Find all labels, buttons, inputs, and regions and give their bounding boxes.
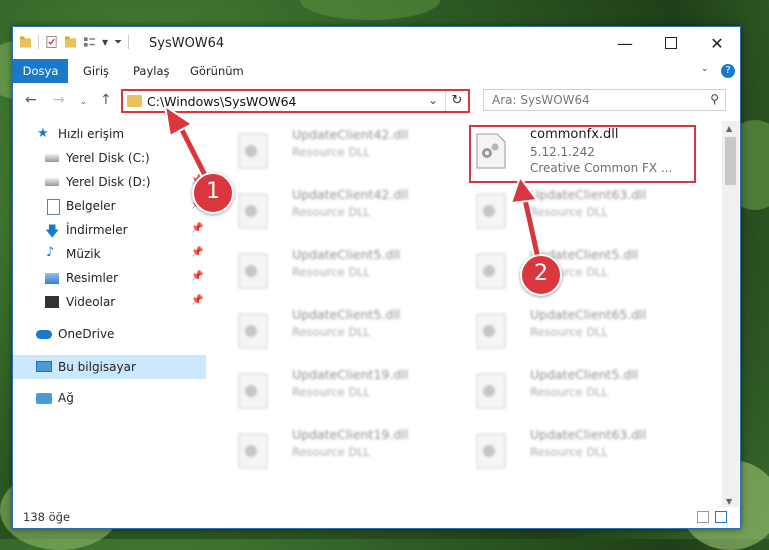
search-placeholder: Ara: SysWOW64 bbox=[492, 93, 590, 107]
music-icon: ♪ bbox=[46, 245, 55, 260]
explorer-window: ▼ ⏷ SysWOW64 — ✕ Dosya Giriş Paylaş Görü… bbox=[12, 26, 741, 529]
scroll-up-icon[interactable]: ▲ bbox=[726, 124, 732, 133]
file-item[interactable]: UpdateClient63.dll Resource DLL bbox=[468, 185, 688, 237]
chevron-down-icon[interactable]: ⌄ bbox=[428, 93, 438, 107]
help-icon[interactable]: ? bbox=[721, 64, 735, 78]
folder-icon[interactable] bbox=[19, 35, 32, 49]
dll-file-icon bbox=[238, 193, 268, 229]
file-item[interactable]: UpdateClient5.dll Resource DLL bbox=[230, 245, 450, 297]
address-path: C:\Windows\SysWOW64 bbox=[147, 94, 297, 109]
file-item[interactable]: UpdateClient42.dll Resource DLL bbox=[230, 185, 450, 237]
window-title: SysWOW64 bbox=[149, 36, 225, 51]
dll-file-icon bbox=[476, 253, 506, 289]
star-icon: ★ bbox=[37, 126, 49, 141]
file-item[interactable]: UpdateClient5.dll Resource DLL bbox=[468, 245, 688, 297]
file-item[interactable]: UpdateClient19.dll Resource DLL bbox=[230, 425, 450, 477]
status-bar: 138 öğe bbox=[13, 507, 740, 528]
forward-arrow-icon[interactable]: → bbox=[53, 92, 65, 108]
tab-file[interactable]: Dosya bbox=[13, 59, 68, 83]
sidebar-item-music[interactable]: ♪ Müzik 📌 bbox=[13, 243, 206, 265]
sidebar-item-documents[interactable]: Belgeler 📌 bbox=[13, 195, 206, 217]
navigation-pane: ★ Hızlı erişim Yerel Disk (C:) Yerel Dis… bbox=[13, 121, 206, 511]
sidebar-item-disk-c[interactable]: Yerel Disk (C:) bbox=[13, 147, 206, 169]
dll-file-icon bbox=[238, 313, 268, 349]
properties-icon[interactable] bbox=[45, 35, 58, 49]
step-badge-1: 1 bbox=[192, 172, 234, 214]
item-count: 138 öğe bbox=[23, 510, 71, 524]
customize-toolbar-icon[interactable]: ⏷ bbox=[114, 37, 122, 48]
large-icons-view-icon[interactable] bbox=[715, 511, 727, 523]
title-bar: ▼ ⏷ SysWOW64 — ✕ bbox=[13, 27, 740, 59]
drive-icon bbox=[45, 154, 59, 162]
network-icon bbox=[36, 393, 52, 404]
sidebar-item-onedrive[interactable]: OneDrive bbox=[13, 323, 206, 345]
tab-home[interactable]: Giriş bbox=[83, 59, 109, 83]
documents-icon bbox=[47, 199, 60, 215]
pin-icon[interactable]: 📌 bbox=[191, 271, 203, 282]
search-input[interactable]: Ara: SysWOW64 ⚲ bbox=[483, 89, 726, 111]
file-item[interactable]: UpdateClient42.dll Resource DLL bbox=[230, 125, 450, 177]
step-badge-2: 2 bbox=[520, 254, 562, 296]
dll-file-icon bbox=[476, 313, 506, 349]
computer-icon bbox=[36, 361, 52, 372]
tab-share[interactable]: Paylaş bbox=[133, 59, 170, 83]
file-item[interactable]: UpdateClient63.dll Resource DLL bbox=[468, 425, 688, 477]
back-arrow-icon[interactable]: ← bbox=[25, 92, 37, 108]
sidebar-item-downloads[interactable]: 🡇 İndirmeler 📌 bbox=[13, 219, 206, 241]
ribbon-tabs: Dosya Giriş Paylaş Görünüm ⌄ ? bbox=[13, 59, 740, 84]
up-arrow-icon[interactable]: ↑ bbox=[100, 92, 112, 108]
pin-icon[interactable]: 📌 bbox=[191, 295, 203, 306]
new-folder-icon[interactable] bbox=[64, 35, 77, 49]
sidebar-item-this-pc[interactable]: Bu bilgisayar bbox=[13, 355, 206, 379]
tab-view[interactable]: Görünüm bbox=[190, 59, 244, 83]
pictures-icon bbox=[45, 273, 59, 284]
maximize-button[interactable] bbox=[648, 27, 694, 59]
dll-file-icon bbox=[476, 433, 506, 469]
close-icon: ✕ bbox=[710, 33, 724, 53]
dll-file-icon bbox=[238, 253, 268, 289]
file-item[interactable]: UpdateClient5.dll Resource DLL bbox=[468, 365, 688, 417]
pin-icon[interactable]: 📌 bbox=[191, 223, 203, 234]
chevron-down-icon[interactable]: ▼ bbox=[102, 38, 108, 47]
minimize-icon: — bbox=[617, 33, 633, 53]
pin-icon[interactable]: 📌 bbox=[191, 247, 203, 258]
navigation-bar: ← → ⌄ ↑ C:\Windows\SysWOW64 ⌄ ↻ Ara: Sys… bbox=[13, 83, 740, 119]
refresh-icon[interactable]: ↻ bbox=[445, 91, 468, 111]
drive-icon bbox=[45, 178, 59, 186]
scroll-down-icon[interactable]: ▼ bbox=[726, 497, 732, 506]
view-options-icon[interactable] bbox=[83, 35, 96, 49]
search-icon: ⚲ bbox=[710, 92, 719, 106]
dll-file-icon bbox=[238, 133, 268, 169]
expand-ribbon-icon[interactable]: ⌄ bbox=[701, 64, 709, 74]
highlight-box-file bbox=[469, 125, 696, 183]
dll-file-icon bbox=[238, 433, 268, 469]
folder-icon bbox=[127, 95, 142, 107]
quick-access-toolbar: ▼ ⏷ bbox=[19, 35, 130, 49]
recent-locations-icon[interactable]: ⌄ bbox=[80, 97, 87, 106]
dll-file-icon bbox=[476, 373, 506, 409]
download-icon: 🡇 bbox=[45, 224, 60, 240]
dll-file-icon bbox=[238, 373, 268, 409]
minimize-button[interactable]: — bbox=[602, 27, 648, 59]
cloud-icon bbox=[36, 330, 52, 339]
file-item[interactable]: UpdateClient5.dll Resource DLL bbox=[230, 305, 450, 357]
address-bar[interactable]: C:\Windows\SysWOW64 ⌄ ↻ bbox=[121, 89, 470, 113]
videos-icon bbox=[45, 296, 59, 308]
scrollbar-thumb[interactable] bbox=[725, 137, 736, 185]
dll-file-icon bbox=[476, 193, 506, 229]
sidebar-item-pictures[interactable]: Resimler 📌 bbox=[13, 267, 206, 289]
file-item[interactable]: UpdateClient19.dll Resource DLL bbox=[230, 365, 450, 417]
file-item[interactable]: UpdateClient65.dll Resource DLL bbox=[468, 305, 688, 357]
sidebar-item-quick-access[interactable]: ★ Hızlı erişim bbox=[13, 123, 206, 145]
sidebar-item-disk-d[interactable]: Yerel Disk (D:) 📌 bbox=[13, 171, 206, 193]
details-view-icon[interactable] bbox=[697, 511, 709, 523]
close-button[interactable]: ✕ bbox=[694, 27, 740, 59]
sidebar-item-network[interactable]: Ağ bbox=[13, 387, 206, 409]
sidebar-item-videos[interactable]: Videolar 📌 bbox=[13, 291, 206, 313]
maximize-icon bbox=[665, 37, 677, 49]
vertical-scrollbar[interactable]: ▲ ▼ bbox=[722, 121, 739, 511]
